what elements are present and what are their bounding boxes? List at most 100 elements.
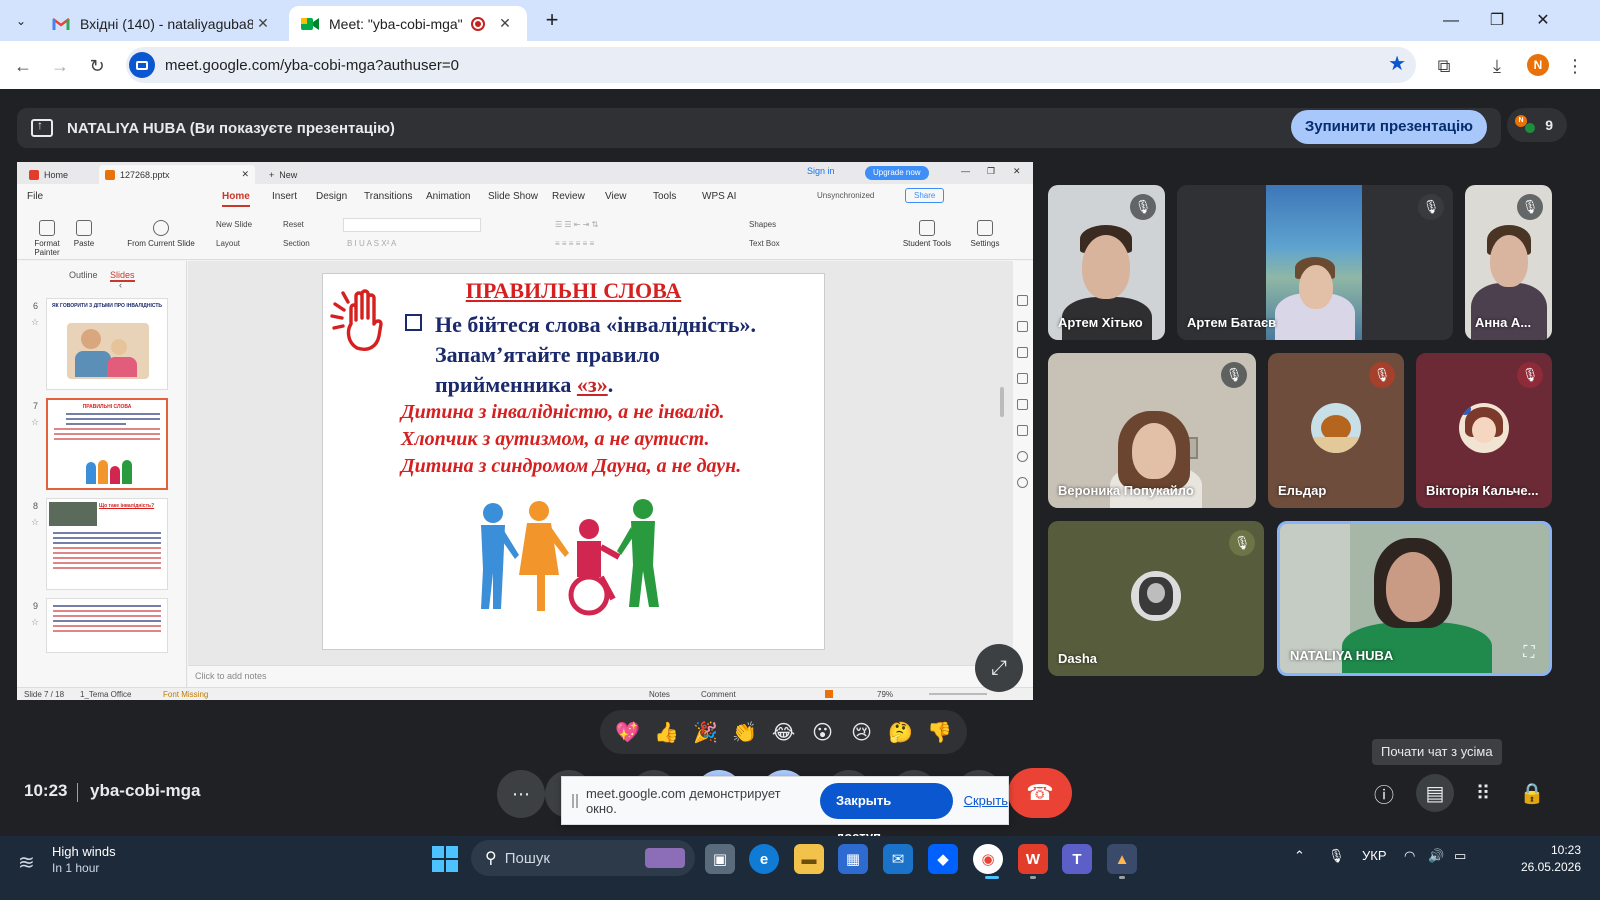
settings-button[interactable]: Settings xyxy=(965,220,1005,248)
drag-handle-icon[interactable] xyxy=(572,793,578,808)
chevron-up-icon[interactable]: ⌃ xyxy=(1294,848,1305,864)
zoom-level[interactable]: 79% xyxy=(877,690,893,699)
close-tab-icon[interactable]: ✕ xyxy=(495,15,515,32)
text-box-button[interactable]: Text Box xyxy=(749,239,780,248)
layout-button[interactable]: Layout xyxy=(216,239,240,248)
wps-tab-home[interactable]: Home xyxy=(23,165,74,184)
reload-button[interactable]: ↻ xyxy=(84,53,110,79)
thumbs-down-reaction[interactable]: 👎 xyxy=(925,720,955,745)
bookmark-star-icon[interactable]: ★ xyxy=(1388,51,1406,76)
participants-button[interactable]: N 9 xyxy=(1507,108,1567,142)
back-button[interactable]: ← xyxy=(10,53,36,79)
notes-pane[interactable]: Click to add notes xyxy=(188,665,1013,687)
windows-start-icon[interactable] xyxy=(432,846,458,872)
surprised-reaction[interactable]: 😮 xyxy=(808,720,838,745)
tab-outline[interactable]: Outline xyxy=(69,270,98,280)
menu-home[interactable]: Home xyxy=(222,191,250,207)
participant-tile[interactable]: 🎙 Ельдар xyxy=(1268,353,1404,508)
current-slide[interactable]: ПРАВИЛЬНІ СЛОВА Не бійтеся слова «інвалі… xyxy=(322,273,825,650)
laugh-reaction[interactable]: 😂 xyxy=(769,720,799,745)
slideshow-play-icon[interactable] xyxy=(825,690,833,698)
menu-animation[interactable]: Animation xyxy=(426,191,470,202)
participant-tile[interactable]: 🎙 Вероника Попукайло xyxy=(1048,353,1256,508)
object-icon[interactable] xyxy=(1017,347,1028,358)
dropbox-icon[interactable]: ◆ xyxy=(928,844,958,874)
tab-gmail[interactable]: Вхідні (140) - nataliyaguba85@ ✕ xyxy=(40,6,285,41)
stop-sharing-button[interactable]: Закрыть доступ xyxy=(819,782,953,844)
reset-button[interactable]: Reset xyxy=(283,220,304,229)
menu-review[interactable]: Review xyxy=(552,191,585,202)
site-info-icon[interactable] xyxy=(129,52,155,78)
unsynchronized-status[interactable]: Unsynchronized xyxy=(817,191,874,200)
address-bar[interactable]: meet.google.com/yba-cobi-mga?authuser=0 … xyxy=(126,47,1416,83)
outlook-icon[interactable]: ✉ xyxy=(883,844,913,874)
menu-design[interactable]: Design xyxy=(316,191,347,202)
comment-toggle[interactable]: Comment xyxy=(701,690,736,699)
activities-grid-icon[interactable]: ⠿ xyxy=(1465,775,1501,811)
collapse-panel-icon[interactable]: ‹ xyxy=(119,280,122,290)
comment-icon[interactable] xyxy=(1017,373,1028,384)
student-tools-button[interactable]: Student Tools xyxy=(901,220,953,248)
new-slide-button[interactable]: New Slide xyxy=(216,220,252,229)
teams-icon[interactable]: T xyxy=(1062,844,1092,874)
stop-presenting-button[interactable]: Зупинити презентацію xyxy=(1290,110,1487,144)
menu-file[interactable]: File xyxy=(27,191,43,202)
from-current-slide-button[interactable]: From Current Slide xyxy=(123,220,199,248)
tab-slides[interactable]: Slides xyxy=(110,270,135,282)
history-icon[interactable] xyxy=(1017,451,1028,462)
close-icon[interactable]: ✕ xyxy=(1013,166,1021,177)
sign-in-link[interactable]: Sign in xyxy=(807,166,835,176)
menu-tools[interactable]: Tools xyxy=(653,191,676,202)
participant-tile[interactable]: 🎙 Вікторія Кальче... xyxy=(1416,353,1552,508)
slide-thumbnail-7[interactable]: ПРАВИЛЬНІ СЛОВА xyxy=(46,398,168,490)
party-reaction[interactable]: 🎉 xyxy=(691,720,721,745)
task-view-icon[interactable]: ▣ xyxy=(705,844,735,874)
file-explorer-icon[interactable]: ▬ xyxy=(794,844,824,874)
tab-meet[interactable]: Meet: "yba-cobi-mga" ✕ xyxy=(289,6,527,41)
close-icon[interactable]: ✕ xyxy=(241,169,249,180)
close-tab-icon[interactable]: ✕ xyxy=(253,15,273,32)
slide-thumbnail-6[interactable]: ЯК ГОВОРИТИ З ДІТЬМИ ПРО ІНВАЛІДНІСТЬ xyxy=(46,298,168,390)
restore-button[interactable]: ❐ xyxy=(1474,8,1520,34)
menu-insert[interactable]: Insert xyxy=(272,191,297,202)
downloads-icon[interactable]: ⤓ xyxy=(1484,53,1510,79)
volume-icon[interactable]: 🔊 xyxy=(1428,848,1444,864)
font-missing-warning[interactable]: Font Missing xyxy=(163,690,208,699)
thumbs-up-reaction[interactable]: 👍 xyxy=(652,720,682,745)
taskbar-search[interactable]: ⚲ Пошук xyxy=(471,840,695,876)
upgrade-button[interactable]: Upgrade now xyxy=(865,166,929,180)
restore-icon[interactable]: ❐ xyxy=(987,166,995,177)
host-controls-icon[interactable]: 🔒 xyxy=(1514,775,1550,811)
menu-kebab-icon[interactable]: ⋮ xyxy=(1562,53,1588,79)
more-options-button[interactable]: ⋯ xyxy=(497,770,545,818)
leave-call-button[interactable]: ☎ xyxy=(1008,768,1072,818)
close-window-button[interactable]: ✕ xyxy=(1520,8,1566,34)
microsoft-store-icon[interactable]: ▦ xyxy=(838,844,868,874)
sad-reaction[interactable]: 😢 xyxy=(847,720,877,745)
edge-icon[interactable]: e xyxy=(749,844,779,874)
menu-slide-show[interactable]: Slide Show xyxy=(488,191,538,202)
participant-tile-self[interactable]: ⛶ NATALIYA HUBA xyxy=(1277,521,1552,676)
star-icon[interactable] xyxy=(1017,399,1028,410)
paste-button[interactable]: Paste xyxy=(69,220,99,248)
wps-office-icon[interactable]: W xyxy=(1018,844,1048,874)
wps-tab-document[interactable]: 127268.pptx ✕ xyxy=(99,165,255,184)
minimize-icon[interactable]: — xyxy=(961,166,970,176)
participant-tile[interactable]: 🎙 Артем Хітько xyxy=(1048,185,1165,340)
weather-title[interactable]: High winds xyxy=(52,844,116,859)
format-painter-button[interactable]: Format Painter xyxy=(29,220,65,257)
tab-search-button[interactable]: ⌄ xyxy=(8,8,34,34)
battery-icon[interactable]: ▭ xyxy=(1454,848,1466,864)
hide-notice-link[interactable]: Скрыть xyxy=(964,793,1008,808)
forward-button[interactable]: → xyxy=(47,53,73,79)
crop-icon[interactable]: ⛶ xyxy=(1517,641,1541,665)
slide-thumbnail-8[interactable]: Що таке інвалідність? xyxy=(46,498,168,590)
expand-icon[interactable]: ⤢ xyxy=(975,644,1023,692)
language-indicator[interactable]: УКР xyxy=(1362,848,1387,863)
sparkling-heart-reaction[interactable]: 💖 xyxy=(613,720,643,745)
menu-transitions[interactable]: Transitions xyxy=(364,191,413,202)
chrome-icon[interactable]: ◉ xyxy=(973,844,1003,874)
share-button[interactable]: Share xyxy=(905,188,945,203)
new-tab-button[interactable]: + xyxy=(540,9,564,33)
profile-avatar[interactable]: N xyxy=(1527,54,1549,76)
